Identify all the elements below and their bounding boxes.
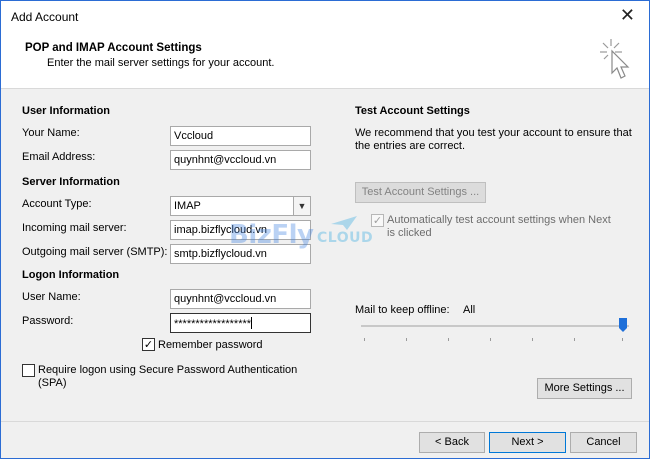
account-type-select[interactable]: IMAP ▼ [170, 196, 311, 216]
incoming-server-field[interactable]: imap.bizflycloud.vn [170, 220, 311, 240]
cursor-sparkle-icon [600, 39, 630, 79]
slider-tick [448, 338, 449, 341]
email-label: Email Address: [22, 151, 96, 163]
add-account-dialog: Add Account ✕ POP and IMAP Account Setti… [0, 0, 650, 459]
remember-password-label: Remember password [158, 339, 263, 351]
test-settings-heading: Test Account Settings [355, 105, 470, 117]
auto-test-label-line2: is clicked [387, 227, 432, 239]
text-caret [251, 317, 253, 329]
dialog-header: POP and IMAP Account Settings Enter the … [1, 31, 649, 89]
offline-slider-thumb[interactable] [619, 318, 627, 332]
paper-plane-icon [331, 216, 357, 230]
slider-tick [364, 338, 365, 341]
outgoing-server-label: Outgoing mail server (SMTP): [22, 246, 168, 258]
username-field[interactable]: quynhnt@vccloud.vn [170, 289, 311, 309]
slider-tick [490, 338, 491, 341]
account-type-label: Account Type: [22, 198, 92, 210]
your-name-field[interactable]: Vccloud [170, 126, 311, 146]
logon-info-heading: Logon Information [22, 269, 120, 281]
auto-test-label-line1: Automatically test account settings when… [387, 214, 611, 226]
mail-offline-value: All [463, 304, 476, 316]
cancel-button[interactable]: Cancel [570, 432, 637, 453]
more-settings-button[interactable]: More Settings ... [537, 378, 632, 399]
incoming-server-label: Incoming mail server: [22, 222, 127, 234]
slider-tick [532, 338, 533, 341]
slider-tick [406, 338, 407, 341]
window-title: Add Account [11, 10, 79, 24]
close-icon[interactable]: ✕ [620, 6, 635, 26]
server-info-heading: Server Information [22, 176, 120, 188]
watermark-suffix: CLOUD [317, 230, 374, 246]
account-type-value: IMAP [174, 200, 201, 212]
outgoing-server-field[interactable]: smtp.bizflycloud.vn [170, 244, 311, 264]
test-settings-desc-line1: We recommend that you test your account … [355, 127, 632, 139]
chevron-down-icon[interactable]: ▼ [293, 197, 310, 215]
password-label: Password: [22, 315, 74, 327]
your-name-label: Your Name: [22, 127, 80, 139]
next-button[interactable]: Next > [489, 432, 566, 453]
test-settings-desc-line2: the entries are correct. [355, 140, 466, 152]
mail-offline-label: Mail to keep offline: [355, 304, 450, 316]
remember-password-checkbox[interactable]: ✓ [142, 338, 155, 351]
password-mask: ****************** [174, 318, 252, 330]
auto-test-checkbox[interactable]: ✓ [371, 214, 384, 227]
slider-tick [574, 338, 575, 341]
offline-slider-track[interactable] [361, 325, 629, 327]
email-field[interactable]: quynhnt@vccloud.vn [170, 150, 311, 170]
test-account-settings-button[interactable]: Test Account Settings ... [355, 182, 486, 203]
password-field[interactable]: ****************** [170, 313, 311, 333]
spa-checkbox[interactable] [22, 364, 35, 377]
back-button[interactable]: < Back [419, 432, 485, 453]
spa-label-line2: (SPA) [38, 377, 67, 389]
header-title: POP and IMAP Account Settings [25, 42, 202, 54]
header-subtitle: Enter the mail server settings for your … [47, 57, 275, 69]
user-info-heading: User Information [22, 105, 111, 117]
slider-tick [622, 338, 623, 341]
footer-divider [1, 421, 649, 422]
username-label: User Name: [22, 291, 81, 303]
title-bar: Add Account ✕ [1, 1, 649, 31]
spa-label-line1: Require logon using Secure Password Auth… [38, 364, 298, 376]
